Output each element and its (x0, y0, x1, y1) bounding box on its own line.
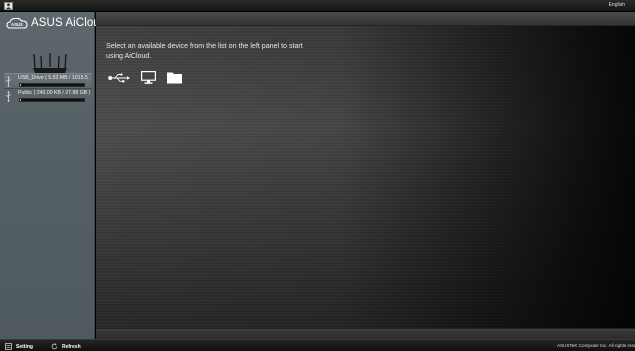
usb-icon (5, 91, 12, 102)
user-glyph (6, 3, 11, 9)
language-selector[interactable]: English (609, 2, 625, 9)
instruction-text: Select an available device from the list… (106, 42, 303, 60)
usb-icon (5, 76, 12, 87)
device-item-public[interactable]: Public ( 240.00 KB / 27.88 GB ) (4, 89, 92, 105)
bottom-bar: Setting Refresh ASUSTeK Computer Inc. Al… (0, 339, 635, 351)
computer-icon[interactable] (141, 71, 156, 84)
device-item-usb-drive[interactable]: USB_Drive ( 5.53 MB / 1015.5 (4, 73, 92, 89)
top-bar: English (0, 0, 635, 12)
setting-label: Setting (16, 343, 33, 350)
copyright-text: ASUSTeK Computer Inc. All rights reserve… (557, 343, 635, 348)
cloud-logo-icon: ASUS (6, 17, 28, 29)
refresh-icon (51, 343, 58, 350)
main-panel: Select an available device from the list… (96, 12, 635, 339)
usb-device-icon[interactable] (108, 72, 130, 83)
svg-text:ASUS: ASUS (11, 22, 23, 27)
logo: ASUS ASUS AiCloud (6, 17, 106, 29)
sidebar: ASUS ASUS AiCloud USB_Drive ( 5.53 MB / … (0, 12, 106, 339)
main-status-strip (96, 328, 635, 339)
device-type-icons (108, 71, 182, 84)
main-toolbar (96, 12, 635, 26)
device-label: Public ( 240.00 KB / 27.88 GB ) (18, 90, 91, 96)
refresh-button[interactable]: Refresh (51, 343, 81, 350)
setting-icon (5, 343, 12, 350)
storage-usage-bar (19, 83, 85, 87)
refresh-label: Refresh (62, 343, 81, 350)
setting-button[interactable]: Setting (5, 343, 33, 350)
device-label: USB_Drive ( 5.53 MB / 1015.5 (18, 75, 88, 81)
folder-icon[interactable] (167, 71, 182, 84)
user-icon[interactable] (4, 2, 13, 10)
storage-usage-bar (19, 98, 85, 102)
